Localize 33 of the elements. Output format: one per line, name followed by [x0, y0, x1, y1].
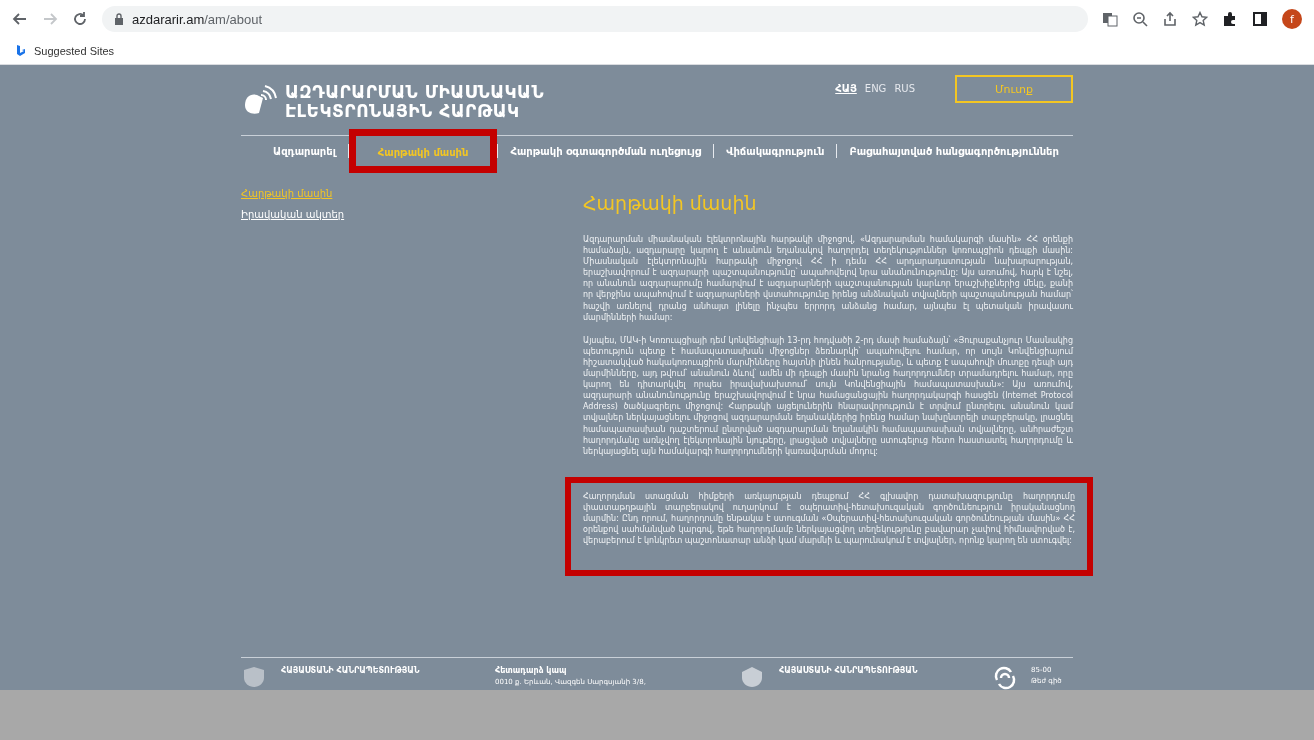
body-paragraph: Ազդարարման միասնական էլեկտրոնային հարթակի միջոցով, «Ազդարարման համակարգի մասին» ՀՀ օրենքի համաձայն, ազդարարը կարող է անանուն եղանակով հաղորդել տեղեկություններ կոռուպցիոն դեպքի մասին: Միասնական էլեկտրոնային հարթակի միջոցով ՀՀ ի դեմս ՀՀ արդարադատության նախարարության, երաշխավորում է ազդարարի պաշտպանությունը՝ ապահովելով նրա անանունությունը: Այս առումով, հարկ է նշել, որ անանուն ազդարարումը համարվում է ազդարարների պաշտպանության կարևոր երաշխիքներից մեկը, քանի որ վերջինս ապահովում է ազդարարների վստահությունը իրենց անձնական տվյալների պաշտպանության համար՝ հաշվի առնելով դրանց անհայտ լինելը ինչպես երրորդ անձանց համար, այնպես էլ պետական իրավասու մարմինների համար:	[583, 234, 1073, 323]
contact-title: Հետադարձ կապ	[495, 666, 568, 675]
language-link[interactable]: ՀԱՅ	[835, 83, 857, 94]
reload-icon[interactable]	[72, 11, 88, 27]
body-paragraph: Այսպես, ՄԱԿ-ի Կոռուպցիայի դեմ կոնվենցիայի 13-րդ հոդվածի 2-րդ մասի համաձայն՝ «Յուրաքանչյուր Մասնակից պետություն պետք է համապատասխան միջոցներ ձեռնարկի՝ ապահովելու համար, որ սույն Կոնվենցիայում հիշատակված հակակոռուպցիոն մարմինները հայտնի լինեն հանրությանը, և պետք է ապահովի մուտքը դեպի այդ մարմինները, այդ թվում՝ անանուն ձևով՝ ամեն մի դեպքի մասին նրանց հաղորդումներ տրամադրելու համար, որը կարող են դիտարկվել որպես իրավախախտում՝ սույն Կոնվենցիային համապատասխան»: Այս առումով, ազդարարի անանունությունը երաշխավորվում է նրա համացանցային հաղորդակարգի հասցեն (Internet Protocol Address) ծածկագրելու միջոցով: Հարթակի այցելուներին հնարավորություն է տրվում ընտրելու անանուն կամ տվյալներ ներկայացնելու միջոցով ազդարարման եղանակներից իրենց համար նախընտրելի տարբերակը, լրացնել համապատասխան դաշտերում ընտրված ազդարարման եղանակին համապատասխան տվյալները, անհրաժեշտ հաղորդմանը առնչվող էլեկտրոնային նյութերը, լրացված տվյալները ստուգելուց հետո հաստատել հաղորդումը և ներկայացնել այն համակարգի հաղորդումների կառավարման մոդուլ:	[583, 334, 1073, 457]
site-title: ԱԶԴԱՐԱՐՄԱՆ ՄԻԱՍՆԱԿԱՆ ԷԼԵԿՏՐՈՆԱՅԻՆ ՀԱՐԹԱԿ	[285, 83, 545, 121]
language-link[interactable]: RUS	[894, 83, 915, 94]
back-icon[interactable]	[12, 11, 28, 27]
share-icon[interactable]	[1162, 11, 1178, 27]
nav-tab[interactable]: Ազդարարել	[261, 142, 348, 160]
language-link[interactable]: ENG	[864, 83, 887, 94]
nav-tab[interactable]: Վիճակագրություն	[714, 142, 837, 160]
address-bar[interactable]: azdararir.am/am/about	[102, 6, 1088, 32]
bookmark-link[interactable]: Suggested Sites	[16, 45, 115, 57]
sidebar-link[interactable]: Իրավական ակտեր	[241, 209, 583, 220]
nav-tab[interactable]: Հարթակի օգտագործման ուղեցույց	[498, 142, 714, 160]
nav-tab[interactable]: Հարթակի մասին	[365, 143, 481, 162]
sidebar-icon[interactable]	[1252, 11, 1268, 27]
login-button[interactable]: Մուտք	[955, 75, 1073, 103]
footer-org-name: ՀԱՅԱՍՏԱՆԻ ՀԱՆՐԱՊԵՏՈՒԹՅԱՆ	[779, 666, 919, 675]
profile-avatar[interactable]: f	[1282, 9, 1302, 29]
url-text: azdararir.am/am/about	[132, 11, 263, 27]
footer-org-name: ՀԱՅԱՍՏԱՆԻ ՀԱՆՐԱՊԵՏՈՒԹՅԱՆ	[281, 666, 421, 675]
translate-icon[interactable]	[1102, 11, 1118, 27]
star-icon[interactable]	[1192, 11, 1208, 27]
lock-icon	[114, 13, 124, 25]
puzzle-icon[interactable]	[1222, 11, 1238, 27]
sidebar-link[interactable]: Հարթակի մասին	[241, 188, 583, 199]
page-heading: Հարթակի մասին	[583, 192, 758, 214]
bing-logo-icon	[16, 45, 26, 57]
zoom-icon[interactable]	[1132, 11, 1148, 27]
nav-tab[interactable]: Բացահայտված հանցագործություններ	[837, 142, 1071, 160]
body-paragraph: Հաղորդման ստացման հիմքերի առկայության դեպքում ՀՀ գլխավոր դատախազությունը հաղորդումը փաստաթղթային տարբերակով ուղարկում է օպերատիվ-հետախուզական գործունեություն իրականացնող մարմին: Ընդ որում, հաղորդումը ենթակա է ստուգման «Օպերատիվ-հետախուզական գործունեության մասին» ՀՀ օրենքով սահմանված կարգով, եթե հաղորդմամբ ներկայացվող տեղեկությունը բավարար չափով հիմնավորված է, վերաբերում է կոնկրետ պաշտոնատար անձի կամ մարմնի և պարունակում է տվյալներ, որոնք կարող են ստուգվել:	[583, 490, 1075, 547]
